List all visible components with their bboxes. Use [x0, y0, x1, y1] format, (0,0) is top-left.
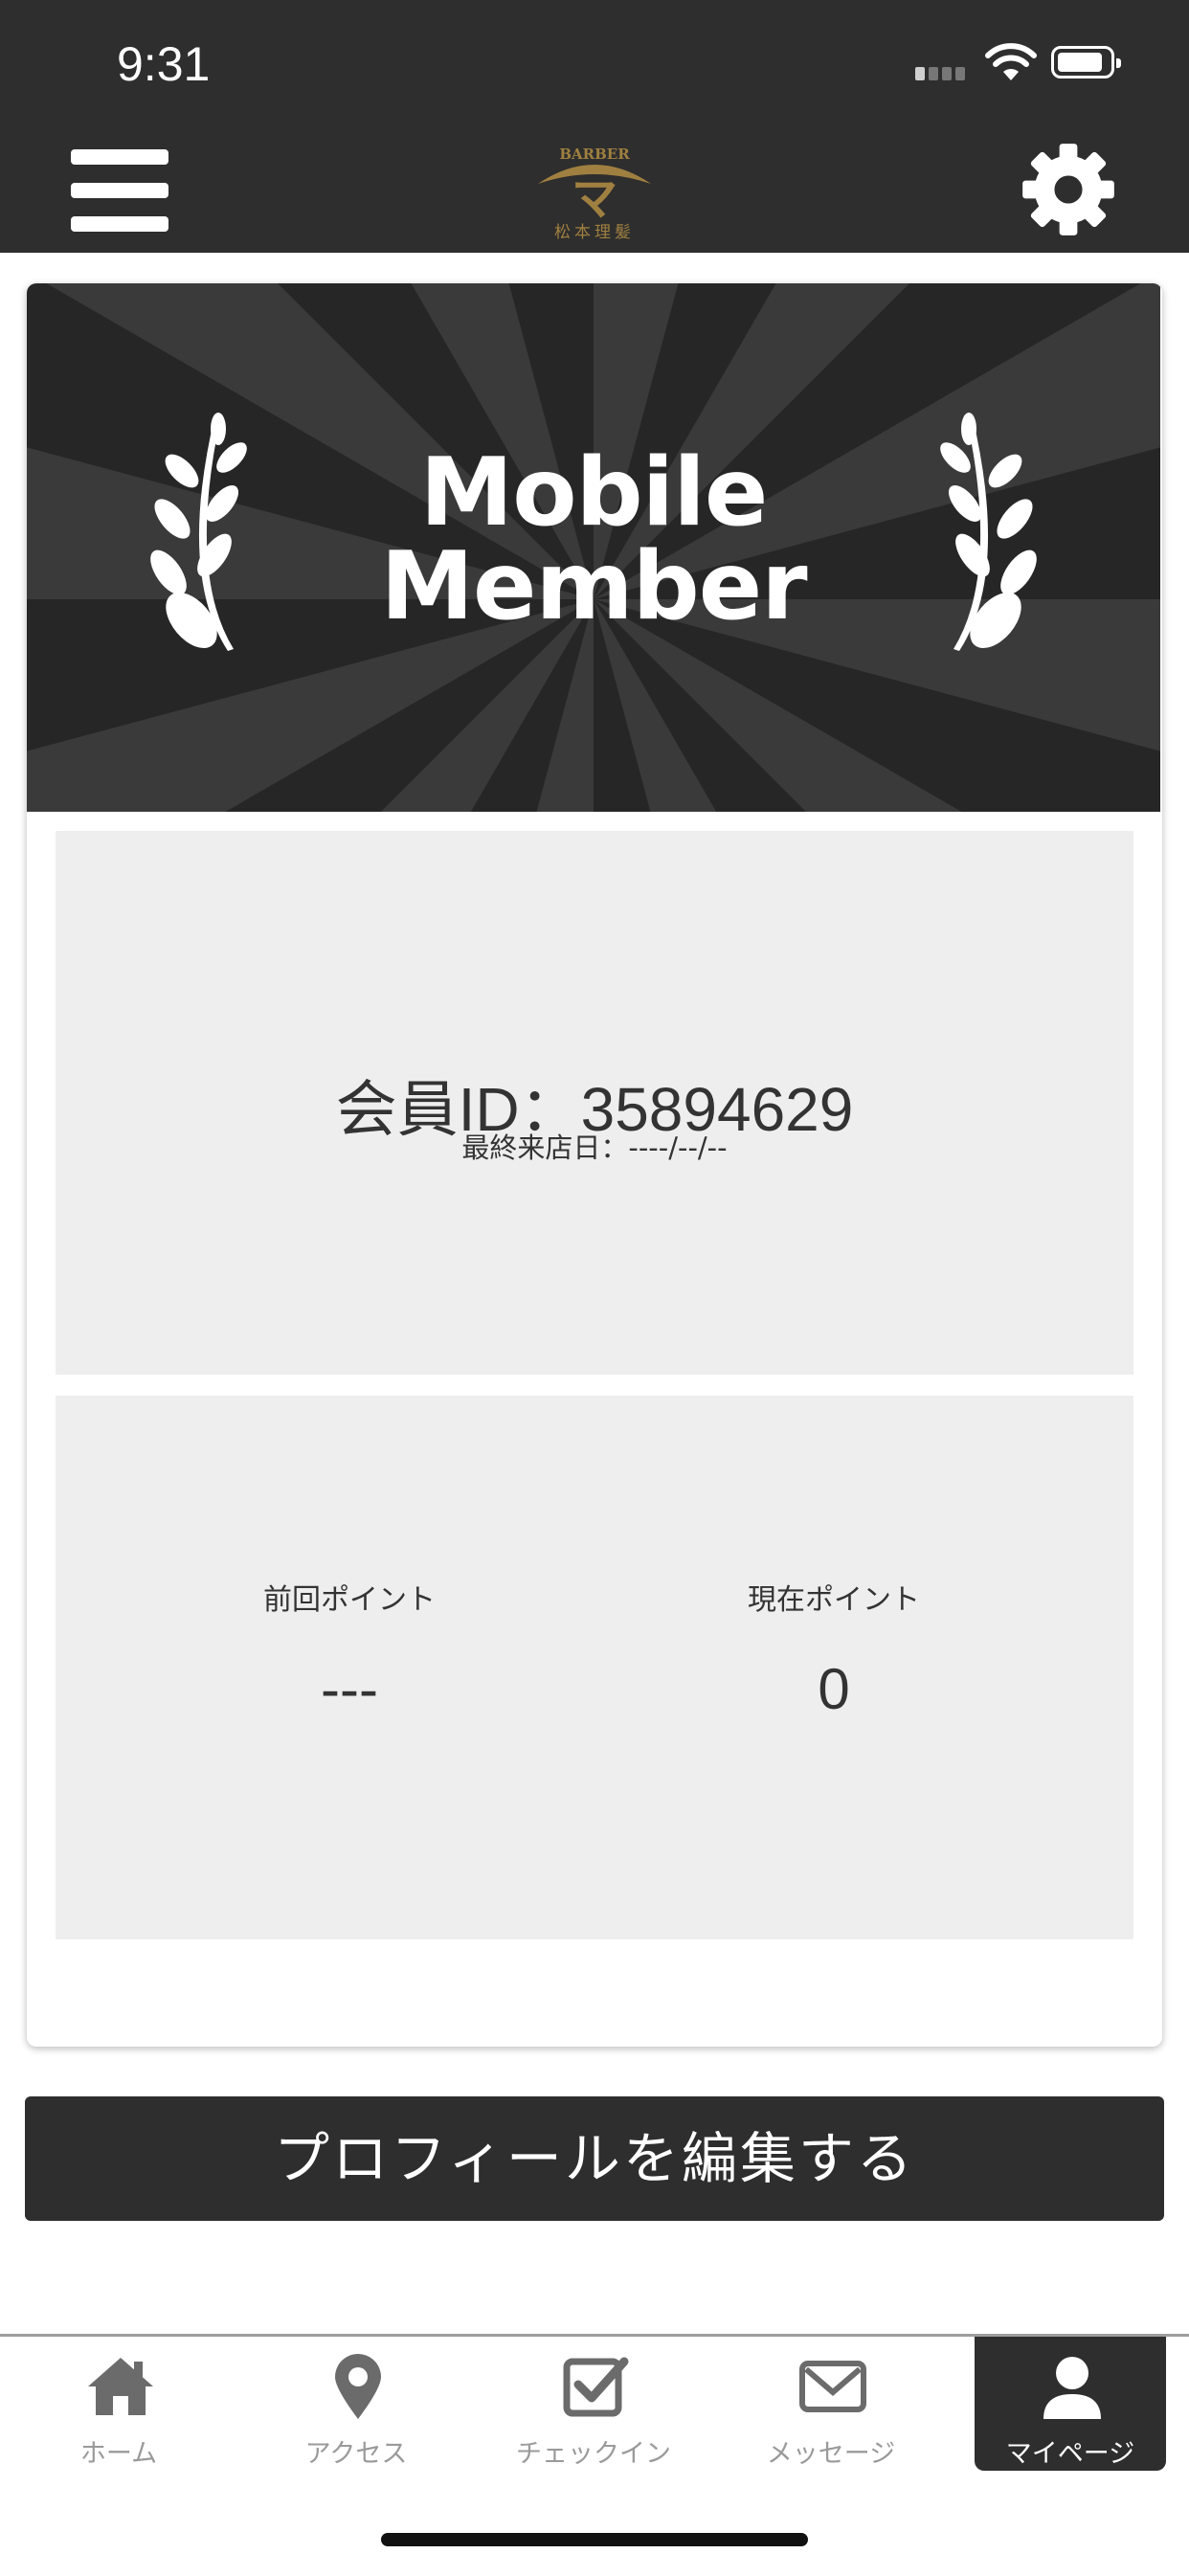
home-icon — [88, 2358, 153, 2415]
logo-text-top: BARBER — [559, 146, 630, 163]
member-id-panel: 会員ID：35894629 最終来店日：----/--/-- — [56, 831, 1133, 1375]
tab-mypage[interactable]: マイページ — [975, 2337, 1166, 2471]
home-indicator — [381, 2533, 808, 2546]
tab-label: アクセス — [304, 2439, 408, 2469]
status-time: 9:31 — [117, 37, 211, 91]
logo-mark: マ — [572, 172, 617, 226]
gear-icon[interactable] — [1019, 140, 1118, 239]
current-points-value: 0 — [818, 1657, 850, 1721]
cellular-signal-icon — [915, 63, 973, 80]
user-icon — [1043, 2357, 1101, 2419]
envelope-icon — [799, 2361, 866, 2412]
checkbox-icon — [563, 2357, 629, 2417]
status-bar: 9:31 — [0, 0, 1189, 128]
previous-points-label: 前回ポイント — [263, 1583, 436, 1617]
logo-text-bottom: 松本理髪 — [554, 223, 635, 242]
tab-access[interactable]: アクセス — [260, 2337, 452, 2471]
tab-label: マイページ — [1005, 2439, 1135, 2469]
tab-label: チェックイン — [516, 2439, 671, 2469]
points-panel: 前回ポイント --- 現在ポイント 0 — [56, 1396, 1133, 1939]
wifi-icon — [985, 43, 1037, 80]
edit-profile-button[interactable]: プロフィールを編集する — [25, 2096, 1164, 2221]
current-points-label: 現在ポイント — [748, 1583, 920, 1617]
header-bar: BARBER マ 松本理髪 — [0, 128, 1189, 253]
battery-icon — [1051, 46, 1121, 78]
previous-points-value: --- — [321, 1657, 378, 1721]
member-card: Mobile Member 会員ID：35894629 最終来店日：----/-… — [27, 283, 1162, 2047]
shop-logo: BARBER マ 松本理髪 — [538, 146, 651, 242]
last-visit-date: 最終来店日：----/--/-- — [461, 1131, 728, 1164]
tab-home[interactable]: ホーム — [23, 2337, 214, 2471]
tab-label: メッセージ — [766, 2439, 896, 2469]
member-banner: Mobile Member — [27, 283, 1160, 812]
map-pin-icon — [335, 2354, 381, 2419]
tab-label: ホーム — [79, 2439, 158, 2469]
hamburger-menu-icon[interactable] — [71, 149, 168, 232]
laurel-right-icon — [940, 413, 1037, 651]
tab-message[interactable]: メッセージ — [735, 2337, 927, 2471]
tab-checkin[interactable]: チェックイン — [498, 2337, 689, 2471]
